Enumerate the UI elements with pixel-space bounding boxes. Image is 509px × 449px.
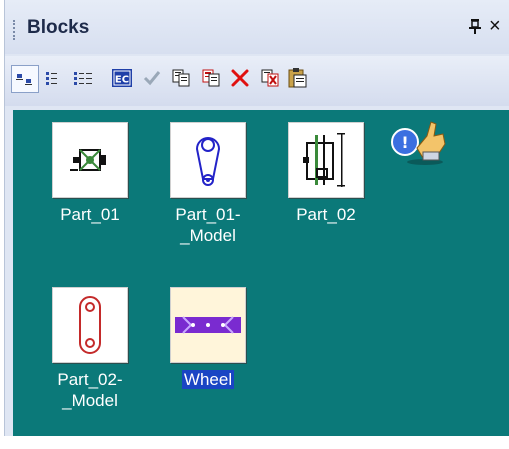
blocks-view[interactable]: Part_01 Part_01- _Model Part_02 Part_02-… [13, 110, 509, 440]
part-02-thumbnail [288, 122, 364, 198]
delete-button[interactable] [227, 65, 253, 91]
small-icons-view-button[interactable] [11, 65, 39, 93]
delete-icon [231, 69, 249, 87]
block-part-02-model[interactable]: Part_02- _Model [42, 287, 138, 411]
part-01-thumbnail [52, 122, 128, 198]
pin-button[interactable] [466, 17, 484, 39]
block-label: Part_02 [296, 205, 356, 224]
wheel-thumbnail [170, 287, 246, 363]
drag-grip[interactable] [13, 20, 18, 40]
ec-icon: EC [112, 69, 132, 87]
block-part-01[interactable]: Part_01 [42, 122, 138, 225]
selected-label: Wheel [181, 370, 235, 389]
copy-icon [172, 69, 190, 87]
hand-pointer-icon: ! [391, 121, 446, 165]
list-view-button[interactable] [41, 65, 67, 91]
panel-titlebar[interactable]: Blocks × [5, 0, 509, 54]
details-view-icon [74, 72, 92, 85]
check-button[interactable] [139, 65, 165, 91]
copy-button[interactable] [168, 65, 194, 91]
torn-edge [4, 436, 509, 449]
block-wheel[interactable]: Wheel [160, 287, 256, 390]
close-button[interactable]: × [489, 15, 507, 37]
block-label: Wheel [160, 369, 256, 390]
block-part-02[interactable]: Part_02 [278, 122, 374, 225]
part-02-model-thumbnail [52, 287, 128, 363]
blocks-panel: Blocks × EC Part_01 Part_01- _Model Part… [4, 0, 509, 440]
block-label: Part_01- _Model [175, 205, 241, 245]
callout-text: ! [401, 133, 408, 152]
ec-icon-text: EC [115, 75, 129, 86]
block-label: Part_01 [60, 205, 120, 224]
toolbar: EC [5, 56, 509, 106]
part-01-model-thumbnail [170, 122, 246, 198]
details-view-button[interactable] [71, 65, 97, 91]
callout-badge[interactable]: ! [385, 118, 455, 168]
ec-button[interactable]: EC [109, 65, 135, 91]
small-icons-view-icon [16, 74, 32, 85]
block-part-01-model[interactable]: Part_01- _Model [160, 122, 256, 246]
checkmark-icon [143, 71, 161, 86]
paste-special-icon [261, 69, 279, 87]
pin-icon [469, 19, 481, 34]
copy-red-icon [202, 69, 220, 87]
panel-title: Blocks [27, 17, 90, 38]
block-label: Part_02- _Model [57, 370, 123, 410]
clipboard-button[interactable] [284, 65, 310, 91]
clipboard-icon [288, 68, 307, 88]
list-view-icon [46, 72, 57, 85]
copy-red-button[interactable] [198, 65, 224, 91]
paste-special-button[interactable] [257, 65, 283, 91]
